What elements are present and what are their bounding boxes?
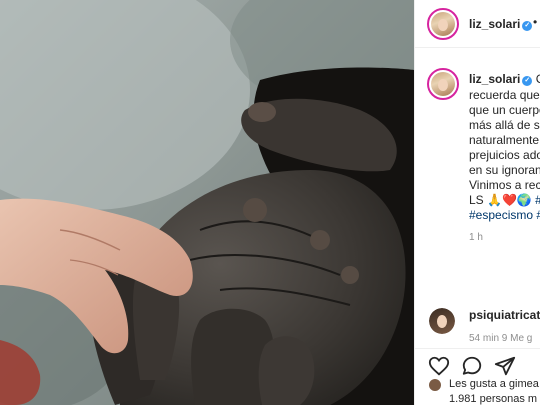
hashtag-especismo-link[interactable]: #especismo # [469,208,540,223]
commenter-avatar[interactable] [429,308,455,334]
header-dot: • [533,15,538,29]
post-time[interactable]: 1 h [469,232,483,243]
caption-signature: LS [469,193,488,207]
caption-line-7: en su ignoran [469,163,540,177]
author-username[interactable]: liz_solari ✓ [469,17,533,31]
likes-summary: Les gusta a gimea 1.981 personas m [415,378,540,405]
caption-username[interactable]: liz_solari✓ C [469,72,540,87]
author-username-text[interactable]: liz_solari [469,17,520,31]
caption-line-1: C [536,72,540,86]
caption-line-4: más allá de su [469,118,540,132]
caption-line-2: recuerda que [469,88,540,102]
post-header: liz_solari ✓ • [415,0,540,48]
post-sidebar: liz_solari✓ • liz_solari✓ C recuerda que… [414,0,540,405]
likes-count-text[interactable]: 1.981 personas m [449,393,537,405]
action-bar [415,348,540,380]
caption-line-9: LS 🙏❤️🌍 #he [469,193,540,208]
caption-line-8: Vinimos a rec [469,178,540,192]
heart-icon[interactable] [428,355,450,377]
caption-verified-icon: ✓ [522,76,533,86]
likes-by-text[interactable]: Les gusta a gimea [449,378,539,390]
commenter-username[interactable]: psiquiatricat [469,308,540,322]
share-icon[interactable] [494,355,516,377]
caption-line-6: prejuicios ado [469,148,540,162]
comment-icon[interactable] [461,355,483,377]
post-caption: liz_solari✓ C recuerda que que un cuerpo… [415,60,540,260]
comment-item: psiquiatricat 54 min 9 Me g [415,302,540,348]
caption-line-5: naturalmente [469,133,540,147]
comment-meta: 54 min 9 Me g [469,333,533,344]
caption-username-text[interactable]: liz_solari [469,72,520,86]
caption-emoji: 🙏❤️🌍 [487,193,532,207]
chimp-hand-photo [0,0,414,405]
caption-avatar[interactable] [427,68,459,100]
liker-avatar[interactable] [429,379,441,391]
post-photo[interactable] [0,0,414,405]
verified-icon: ✓ [522,21,533,31]
caption-line-3: que un cuerpo [469,103,540,117]
hashtag-link[interactable]: #he [532,193,540,207]
author-avatar[interactable] [427,8,459,40]
